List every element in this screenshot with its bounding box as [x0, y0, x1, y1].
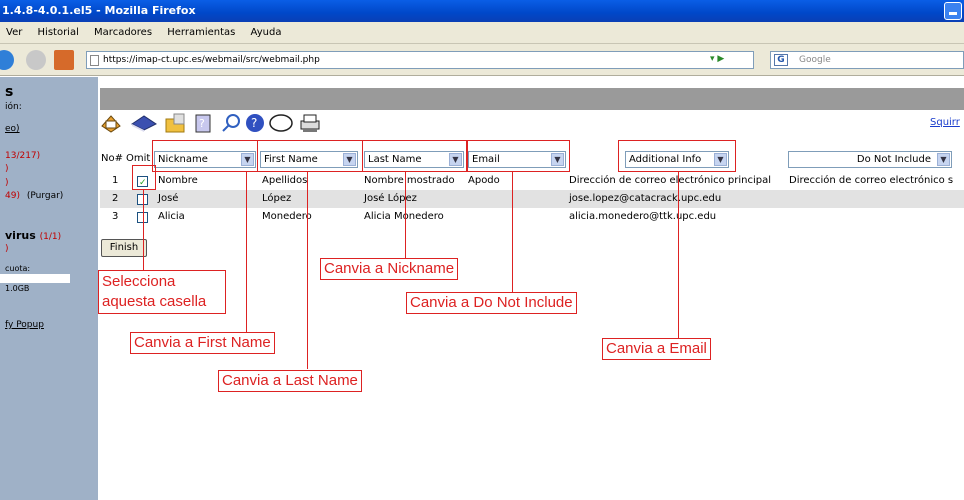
- sidebar-count-inbox[interactable]: 13/217): [5, 151, 40, 161]
- help-icon[interactable]: ?: [244, 112, 268, 134]
- print-icon[interactable]: [298, 112, 322, 134]
- cell-3: Nombre mostrado: [364, 175, 455, 186]
- quota-value: 1.0GB: [5, 284, 30, 293]
- header-bar: [100, 88, 964, 110]
- squirrelmail-link[interactable]: Squirr: [930, 117, 960, 128]
- annotation-highlight-select-3: [362, 140, 468, 172]
- sidebar-count-3[interactable]: ): [5, 178, 9, 188]
- annotation-select-checkbox: Selecciona aquesta casella: [98, 270, 226, 314]
- search-placeholder: Google: [799, 55, 831, 65]
- cell-5: jose.lopez@catacrack.upc.edu: [569, 193, 722, 204]
- annotation-line2: aquesta casella: [102, 293, 207, 310]
- cell-5: Dirección de correo electrónico principa…: [569, 175, 772, 186]
- col-omit: Omit: [126, 153, 151, 164]
- sidebar-subtitle: ión:: [5, 102, 22, 112]
- menu-ver[interactable]: Ver: [6, 27, 22, 38]
- sidebar-count-2[interactable]: ): [5, 164, 9, 174]
- row-no: 2: [112, 193, 119, 204]
- annotation-highlight-select-5: [618, 140, 736, 172]
- search-input[interactable]: G Google: [770, 51, 964, 69]
- sidebar-title: s: [5, 84, 14, 100]
- chevron-down-icon: ▼: [937, 153, 950, 166]
- stop-icon[interactable]: [26, 50, 46, 70]
- annotation-highlight-select-2: [257, 140, 363, 172]
- cell-1: Nombre: [158, 175, 198, 186]
- cell-3: Alicia Monedero: [364, 211, 444, 222]
- cell-1: Alicia: [158, 211, 185, 222]
- annotation-connector: [143, 190, 144, 270]
- annotation-connector: [678, 172, 679, 338]
- folder-sidebar: s ión: eo) 13/217) ) ) 49) (Purgar) viru…: [0, 77, 98, 500]
- go-icon[interactable]: ▾ ▶: [710, 54, 750, 66]
- sidebar-virus[interactable]: virus (1/1): [5, 229, 61, 242]
- cell-5: alicia.monedero@ttk.upc.edu: [569, 211, 717, 222]
- sidebar-link[interactable]: eo): [5, 124, 20, 134]
- finish-button[interactable]: Finish: [101, 239, 147, 257]
- table-row: 2 José López José López jose.lopez@catac…: [100, 190, 964, 208]
- annotation-last-name: Canvia a Last Name: [218, 370, 362, 392]
- home-icon[interactable]: [54, 50, 74, 70]
- annotation-connector: [512, 172, 513, 292]
- table-row: 3 Alicia Monedero Alicia Monedero alicia…: [100, 208, 964, 226]
- col-no: No#: [101, 153, 123, 164]
- field-select-6[interactable]: Do Not Include ▼: [788, 151, 952, 168]
- sidebar-trash[interactable]: 49) (Purgar): [5, 191, 63, 201]
- menu-ayuda[interactable]: Ayuda: [251, 27, 282, 38]
- menu-herramientas[interactable]: Herramientas: [167, 27, 235, 38]
- annotation-connector: [405, 172, 406, 258]
- annotation-line1: Selecciona: [102, 273, 176, 290]
- row-no: 1: [112, 175, 119, 186]
- annotation-connector: [307, 172, 308, 369]
- navigation-toolbar: https://imap-ct.upc.es/webmail/src/webma…: [0, 44, 964, 76]
- table-row: 1 Nombre Apellidos Nombre mostrado Apodo…: [100, 172, 964, 192]
- quota-bar: [0, 274, 70, 283]
- folders-icon[interactable]: [164, 112, 188, 134]
- addressbook-icon[interactable]: [130, 112, 157, 134]
- minimize-button[interactable]: [944, 2, 962, 20]
- virus-label: virus: [5, 229, 36, 242]
- window-title: 1.4.8-4.0.1.el5 - Mozilla Firefox: [2, 4, 196, 17]
- annotation-highlight-select-4: [466, 140, 570, 172]
- cell-2: López: [262, 193, 292, 204]
- trash-count: 49): [5, 191, 20, 201]
- page-icon: [90, 55, 99, 66]
- url-bar[interactable]: https://imap-ct.upc.es/webmail/src/webma…: [86, 51, 754, 69]
- url-text: https://imap-ct.upc.es/webmail/src/webma…: [103, 55, 320, 65]
- cell-2: Monedero: [262, 211, 312, 222]
- annotation-nickname: Canvia a Nickname: [320, 258, 459, 280]
- cell-2: Apellidos: [262, 175, 308, 186]
- window-titlebar: 1.4.8-4.0.1.el5 - Mozilla Firefox: [0, 0, 964, 22]
- purge-link[interactable]: (Purgar): [27, 191, 63, 201]
- annotation-connector: [246, 172, 247, 332]
- virus-sub: ): [5, 244, 9, 254]
- popup-link[interactable]: fy Popup: [5, 320, 44, 330]
- row-no: 3: [112, 211, 119, 222]
- virus-count: (1/1): [39, 232, 62, 242]
- options-icon[interactable]: ?: [192, 112, 216, 134]
- annotation-email: Canvia a Email: [602, 338, 711, 360]
- cell-3: José López: [364, 193, 417, 204]
- annotation-first-name: Canvia a First Name: [130, 332, 275, 354]
- annotation-highlight-select-1: [152, 140, 258, 172]
- field-select-6-value: Do Not Include: [856, 154, 931, 165]
- menu-historial[interactable]: Historial: [38, 27, 79, 38]
- svg-text:?: ?: [251, 116, 257, 130]
- cell-1: José: [158, 193, 179, 204]
- reload-icon[interactable]: [0, 50, 14, 70]
- cell-6: Dirección de correo electrónico s: [789, 175, 954, 186]
- compose-icon[interactable]: [100, 112, 124, 134]
- menu-bar: Ver Historial Marcadores Herramientas Ay…: [0, 22, 964, 44]
- cell-4: Apodo: [468, 175, 500, 186]
- svg-text:?: ?: [199, 117, 205, 130]
- menu-marcadores[interactable]: Marcadores: [94, 27, 152, 38]
- google-icon: G: [774, 54, 788, 66]
- annotation-do-not-include: Canvia a Do Not Include: [406, 292, 577, 314]
- search-icon[interactable]: [220, 112, 244, 134]
- quota-label: cuota:: [5, 264, 31, 273]
- chat-icon[interactable]: [268, 112, 293, 134]
